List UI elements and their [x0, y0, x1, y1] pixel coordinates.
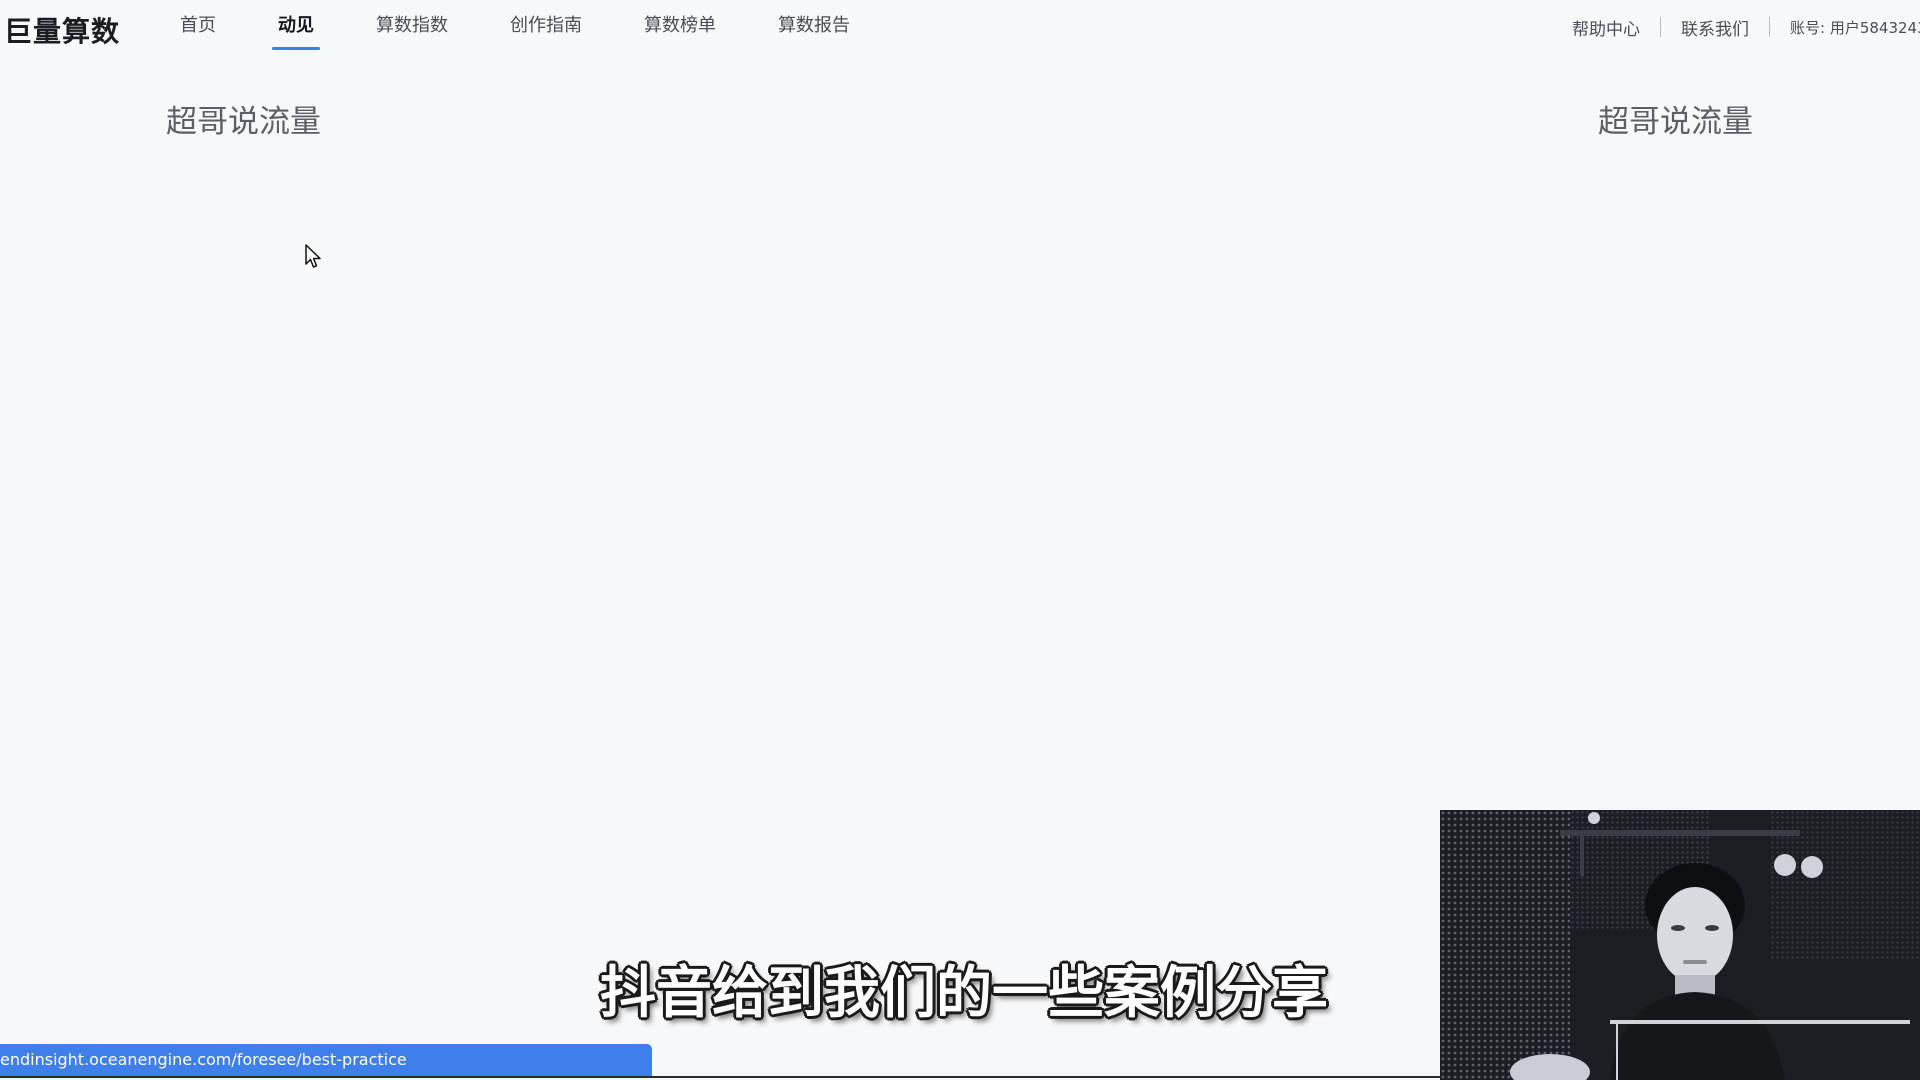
nav-item-dongjian[interactable]: 动见 — [272, 0, 320, 54]
watermark-left: 超哥说流量 — [166, 104, 321, 140]
contact-us-link[interactable]: 联系我们 — [1681, 15, 1749, 40]
header-right-links: 帮助中心 联系我们 账号: 用户5843243 — [1572, 0, 1920, 54]
header-divider — [1769, 17, 1770, 37]
brand-logo[interactable]: 巨量算数 — [4, 10, 120, 50]
video-subtitle: 抖音给到我们的一些案例分享 — [600, 961, 1328, 1026]
nav-item-suanshu-report[interactable]: 算数报告 — [778, 0, 850, 54]
nav-item-creation-guide[interactable]: 创作指南 — [510, 0, 582, 54]
mouse-pointer-icon — [305, 244, 321, 268]
page: 巨量算数 首页 动见 算数指数 创作指南 算数榜单 算数报告 帮助中心 联系我们… — [0, 0, 1920, 1080]
nav-item-suanshu-ranking[interactable]: 算数榜单 — [644, 0, 716, 54]
main-nav: 首页 动见 算数指数 创作指南 算数榜单 算数报告 — [180, 0, 850, 54]
watermark-right: 超哥说流量 — [1598, 104, 1753, 140]
help-center-link[interactable]: 帮助中心 — [1572, 15, 1640, 40]
nav-item-home[interactable]: 首页 — [180, 0, 216, 54]
account-menu[interactable]: 账号: 用户5843243 — [1790, 17, 1920, 38]
top-navigation-bar: 巨量算数 首页 动见 算数指数 创作指南 算数榜单 算数报告 帮助中心 联系我们… — [0, 0, 1920, 54]
nav-item-suanshu-index[interactable]: 算数指数 — [376, 0, 448, 54]
webcam-scene — [1440, 810, 1920, 1080]
bottom-divider — [0, 1076, 1440, 1078]
header-divider — [1660, 17, 1661, 37]
status-bar-url: endinsight.oceanengine.com/foresee/best-… — [0, 1044, 652, 1076]
presenter-webcam — [1440, 810, 1920, 1080]
